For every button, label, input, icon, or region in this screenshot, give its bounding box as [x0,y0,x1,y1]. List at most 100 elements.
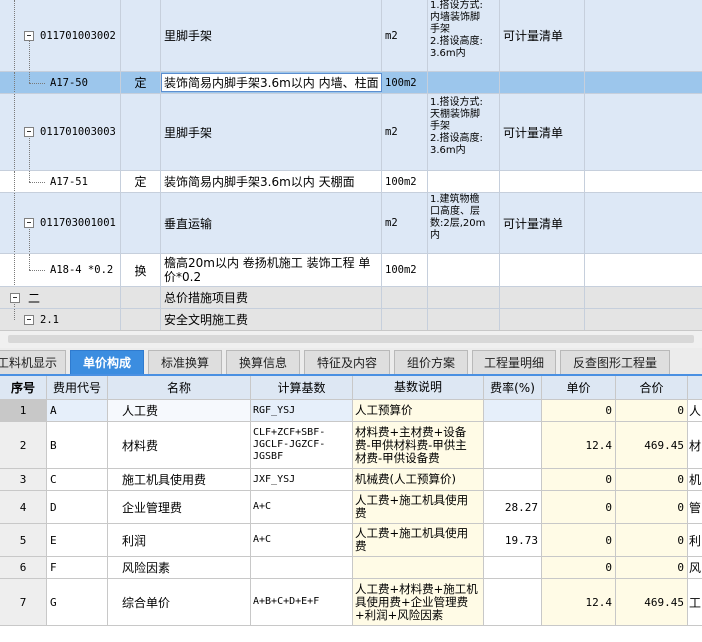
header-base-desc[interactable]: 基数说明 [353,376,484,399]
quota-row[interactable]: A17-51 定 装饰简易内脚手架3.6m以内 天棚面 100m2 [0,171,702,193]
measure-cell[interactable]: 可计量清单 [500,0,585,71]
unit-price-cell[interactable]: 0 [542,491,616,523]
name-cell[interactable]: 安全文明施工费 [161,309,382,330]
table-row[interactable]: 2 B 材料费 CLF+ZCF+SBF- JGCLF-JGZCF- JGSBF … [0,422,702,469]
total-cell[interactable]: 469.45 [616,422,688,468]
tab-conversion-info[interactable]: 换算信息 [226,350,300,374]
measure-cell[interactable]: 可计量清单 [500,193,585,253]
name-cell[interactable]: 垂直运输 [161,193,382,253]
code-cell[interactable]: A18-4 *0.2 [0,254,121,286]
base-cell[interactable]: JXF_YSJ [251,469,353,490]
base-desc-cell[interactable]: 人工费+施工机具使用 费 [353,524,484,556]
feature-cell[interactable] [428,171,500,192]
table-row[interactable]: 6 F 风险因素 0 0 风 [0,557,702,579]
unit-price-cell[interactable]: 12.4 [542,579,616,625]
bill-row[interactable]: 011701003003 里脚手架 m2 1.搭设方式: 天棚装饰脚 手架 2.… [0,94,702,171]
name-cell[interactable]: 综合单价 [108,579,251,625]
unit-cell[interactable]: m2 [382,0,428,71]
code-cell[interactable]: 2.1 [0,309,121,330]
unit-price-cell[interactable]: 0 [542,524,616,556]
rate-cell[interactable] [484,579,542,625]
seq-cell[interactable]: 1 [0,400,47,421]
rate-cell[interactable]: 28.27 [484,491,542,523]
name-cell[interactable]: 企业管理费 [108,491,251,523]
measure-cell[interactable]: 可计量清单 [500,94,585,170]
total-cell[interactable]: 0 [616,400,688,421]
header-total[interactable]: 合价 [616,376,688,399]
feature-cell[interactable] [428,309,500,330]
rate-cell[interactable] [484,469,542,490]
seq-cell[interactable]: 3 [0,469,47,490]
total-cell[interactable]: 469.45 [616,579,688,625]
section-row[interactable]: 2.1 安全文明施工费 [0,309,702,330]
measure-cell[interactable] [500,72,585,93]
rate-cell[interactable] [484,557,542,578]
quota-row[interactable]: A17-50 定 装饰简易内脚手架3.6m以内 内墙、柱面 100m2 [0,72,702,94]
name-cell[interactable]: 人工费 [108,400,251,421]
tab-labor-material-machine[interactable]: 工料机显示 [0,350,66,374]
header-rate[interactable]: 费率(%) [484,376,542,399]
code-cell[interactable]: F [47,557,108,578]
code-cell[interactable]: D [47,491,108,523]
total-cell[interactable]: 0 [616,524,688,556]
total-cell[interactable]: 0 [616,557,688,578]
code-cell[interactable]: 二 [0,287,121,308]
header-name[interactable]: 名称 [108,376,251,399]
rate-cell[interactable] [484,422,542,468]
seq-cell[interactable]: 4 [0,491,47,523]
table-row[interactable]: 3 C 施工机具使用费 JXF_YSJ 机械费(人工预算价) 0 0 机 [0,469,702,491]
code-cell[interactable]: 011701003003 [0,94,121,170]
measure-cell[interactable] [500,309,585,330]
collapse-toggle-icon[interactable] [24,127,34,137]
tab-quantity-detail[interactable]: 工程量明细 [472,350,556,374]
base-desc-cell[interactable]: 人工费+施工机具使用 费 [353,491,484,523]
base-cell[interactable]: CLF+ZCF+SBF- JGCLF-JGZCF- JGSBF [251,422,353,468]
collapse-toggle-icon[interactable] [24,314,34,325]
code-cell[interactable]: 011701003002 [0,0,121,71]
measure-cell[interactable] [500,287,585,308]
base-desc-cell[interactable]: 机械费(人工预算价) [353,469,484,490]
collapse-toggle-icon[interactable] [24,30,34,41]
table-row[interactable]: 4 D 企业管理费 A+C 人工费+施工机具使用 费 28.27 0 0 管 [0,491,702,524]
unit-price-cell[interactable]: 0 [542,400,616,421]
tab-unit-price-composition[interactable]: 单价构成 [70,350,144,374]
code-cell[interactable]: A [47,400,108,421]
name-cell[interactable]: 风险因素 [108,557,251,578]
table-row[interactable]: 5 E 利润 A+C 人工费+施工机具使用 费 19.73 0 0 利 [0,524,702,557]
name-cell[interactable]: 施工机具使用费 [108,469,251,490]
code-cell[interactable]: G [47,579,108,625]
code-cell[interactable]: E [47,524,108,556]
tab-pricing-scheme[interactable]: 组价方案 [394,350,468,374]
horizontal-scrollbar[interactable] [0,330,702,348]
tab-features-content[interactable]: 特征及内容 [304,350,390,374]
measure-cell[interactable] [500,171,585,192]
base-desc-cell[interactable]: 材料费+主材费+设备 费-甲供材料费-甲供主 材费-甲供设备费 [353,422,484,468]
name-cell[interactable]: 总价措施项目费 [161,287,382,308]
unit-price-cell[interactable]: 0 [542,469,616,490]
base-cell[interactable]: A+B+C+D+E+F [251,579,353,625]
seq-cell[interactable]: 6 [0,557,47,578]
rate-cell[interactable] [484,400,542,421]
header-code[interactable]: 费用代号 [47,376,108,399]
base-cell[interactable]: RGF_YSJ [251,400,353,421]
seq-cell[interactable]: 7 [0,579,47,625]
feature-cell[interactable] [428,254,500,286]
header-unit-price[interactable]: 单价 [542,376,616,399]
name-cell[interactable]: 材料费 [108,422,251,468]
feature-cell[interactable] [428,287,500,308]
tab-standard-conversion[interactable]: 标准换算 [148,350,222,374]
name-edit-field[interactable]: 装饰简易内脚手架3.6m以内 内墙、柱面 [161,73,382,92]
unit-cell[interactable]: 100m2 [382,171,428,192]
section-row[interactable]: 二 总价措施项目费 [0,287,702,309]
header-seq[interactable]: 序号 [0,376,47,399]
feature-cell[interactable]: 1.搭设方式: 天棚装饰脚 手架 2.搭设高度: 3.6m内 [428,94,500,170]
unit-cell[interactable] [382,309,428,330]
code-cell[interactable]: A17-51 [0,171,121,192]
collapse-toggle-icon[interactable] [24,218,34,228]
base-cell[interactable]: A+C [251,491,353,523]
header-base[interactable]: 计算基数 [251,376,353,399]
unit-cell[interactable]: 100m2 [382,254,428,286]
name-cell[interactable]: 檐高20m以内 卷扬机施工 装饰工程 单 价*0.2 [161,254,382,286]
base-cell[interactable] [251,557,353,578]
unit-cell[interactable]: 100m2 [382,72,428,93]
